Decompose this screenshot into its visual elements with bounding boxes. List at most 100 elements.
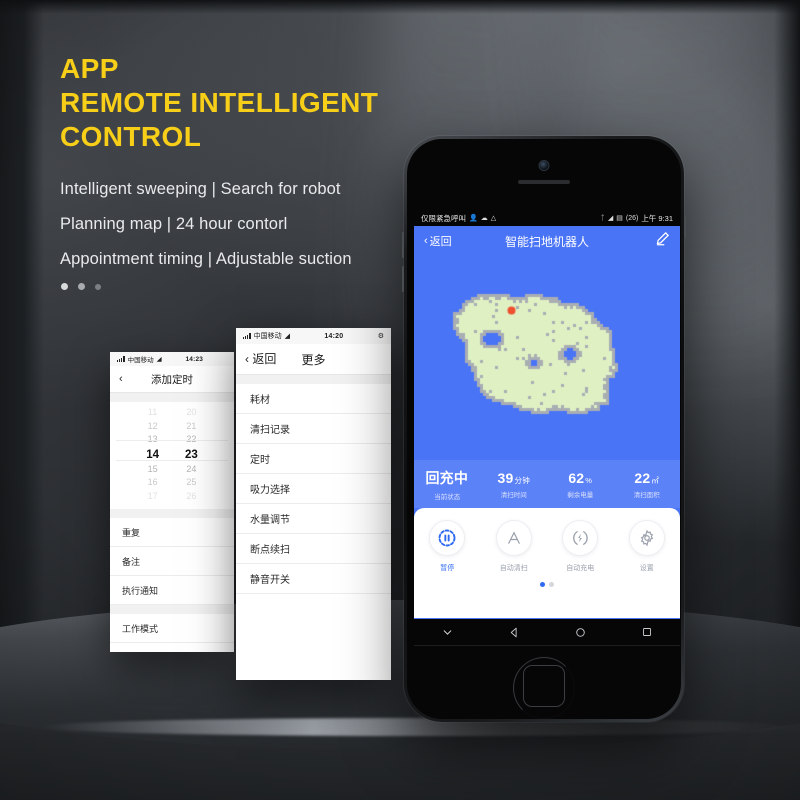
back-button[interactable]: ‹ 返回 <box>424 233 452 249</box>
list-item[interactable]: 耗材 <box>236 384 391 414</box>
headline-line-3: CONTROL <box>60 121 202 152</box>
time-picker[interactable]: 11 12 13 14 15 16 17 20 21 22 23 24 25 2… <box>110 402 234 509</box>
mid-status-bar: 中国移动 ◢ 14:20 ⚙ <box>236 328 391 344</box>
left-spacer-1 <box>110 393 234 402</box>
front-camera-icon <box>539 161 549 170</box>
carousel-dot-2[interactable] <box>78 283 85 290</box>
home-button[interactable] <box>523 665 565 707</box>
mid-spacer-1 <box>236 375 391 384</box>
hour-option[interactable]: 16 <box>148 476 158 490</box>
list-item[interactable]: 水量调节 <box>236 504 391 534</box>
list-item[interactable]: 定时 <box>236 444 391 474</box>
chevron-down-icon[interactable] <box>441 626 454 639</box>
carousel-dot-1[interactable] <box>61 283 68 290</box>
auto-a-icon <box>495 520 532 556</box>
control-label: 设置 <box>639 565 654 572</box>
robot-map-view[interactable] <box>414 256 680 460</box>
main-phone-device: 仅限紧急呼叫 👤 ☁ △ ᛏ ◢ ▤ (26) 上午 9:31 ‹ 返回 智能扫… <box>402 136 686 722</box>
status-right-group: ᛏ ◢ ▤ (26) 上午 9:31 <box>601 213 673 224</box>
left-spacer-2 <box>110 509 234 518</box>
list-item[interactable]: 吸力选择 <box>236 474 391 504</box>
left-nav-bar: ‹ 添加定时 <box>110 366 234 393</box>
list-item[interactable]: 清扫记录 <box>236 414 391 444</box>
hour-option[interactable]: 17 <box>148 490 158 504</box>
back-button[interactable]: ‹ 返回 <box>245 353 276 365</box>
list-item[interactable]: 工作模式 <box>110 614 234 643</box>
gear-icon: ⚙ <box>377 333 384 340</box>
list-item[interactable]: 重复 <box>110 518 234 547</box>
hour-option[interactable]: 12 <box>148 420 158 434</box>
main-carrier-label: 仅限紧急呼叫 <box>421 214 466 223</box>
stat-label: 剩余电量 <box>567 491 594 499</box>
minute-option[interactable]: 21 <box>186 420 196 434</box>
list-item[interactable]: 执行通知 <box>110 576 234 605</box>
volume-down-button[interactable] <box>402 266 404 292</box>
subheadline-3: Appointment timing | Adjustable suction <box>60 250 352 268</box>
wifi-icon: ◢ <box>607 215 614 222</box>
auto-clean-button[interactable]: 自动清扫 <box>487 520 541 573</box>
mid-clock: 14:20 <box>324 332 344 340</box>
control-panel: 暂停 自动清扫 自动充电 设置 <box>414 508 680 618</box>
minute-option[interactable]: 24 <box>186 463 196 477</box>
stat-value: 39分钟 <box>497 469 530 486</box>
back-triangle-icon[interactable] <box>508 626 521 639</box>
panel-page-dots[interactable] <box>414 582 680 587</box>
volume-up-button[interactable] <box>402 232 404 258</box>
android-navigation-bar <box>414 619 680 646</box>
map-canvas[interactable] <box>414 256 680 460</box>
stat-value: 回充中 <box>425 469 469 486</box>
chevron-left-icon: ‹ <box>245 352 249 366</box>
stat-battery: 62% 剩余电量 <box>547 470 614 499</box>
control-buttons-row: 暂停 自动清扫 自动充电 设置 <box>414 520 680 573</box>
minute-column[interactable]: 20 21 22 23 24 25 26 <box>185 406 198 503</box>
left-carrier-label: 中国移动 <box>127 357 154 364</box>
minute-option[interactable]: 26 <box>186 490 196 504</box>
mid-phone-screen: 中国移动 ◢ 14:20 ⚙ ‹ 返回 更多 耗材 清扫记录 定时 吸力选择 水… <box>236 328 391 680</box>
left-clock: 14:23 <box>185 355 204 363</box>
picker-columns: 11 12 13 14 15 16 17 20 21 22 23 24 25 2… <box>110 406 234 503</box>
hour-option[interactable]: 15 <box>148 463 158 477</box>
recents-square-icon[interactable] <box>641 626 653 638</box>
hour-option[interactable]: 11 <box>148 406 157 420</box>
list-item[interactable]: 静音开关 <box>236 564 391 594</box>
person-icon: 👤 <box>469 215 478 222</box>
chevron-left-icon[interactable]: ‹ <box>119 373 123 385</box>
page-title: 智能扫地机器人 <box>504 234 589 249</box>
carousel-dots[interactable] <box>61 283 101 290</box>
stat-value: 22㎡ <box>634 469 660 486</box>
page-dot-1[interactable] <box>540 582 545 587</box>
triangle-icon: △ <box>490 215 497 222</box>
mid-nav-bar: ‹ 返回 更多 <box>236 344 391 375</box>
hour-column[interactable]: 11 12 13 14 15 16 17 <box>146 406 159 503</box>
cloud-icon: ☁ <box>480 215 488 222</box>
control-label: 自动充电 <box>566 565 595 572</box>
status-left-group: 仅限紧急呼叫 👤 ☁ △ <box>421 213 496 224</box>
list-item[interactable]: 备注 <box>110 547 234 576</box>
poster-canvas: APP REMOTE INTELLIGENT CONTROL Intellige… <box>0 0 800 800</box>
charge-bolt-icon <box>562 520 599 556</box>
phone-bezel: 仅限紧急呼叫 👤 ☁ △ ᛏ ◢ ▤ (26) 上午 9:31 ‹ 返回 智能扫… <box>407 139 681 719</box>
pencil-edit-icon[interactable] <box>655 231 670 251</box>
headline-line-2: REMOTE INTELLIGENT <box>60 87 379 118</box>
auto-charge-button[interactable]: 自动充电 <box>553 520 607 573</box>
bluetooth-icon: ᛏ <box>600 215 605 222</box>
control-label: 自动清扫 <box>499 565 528 572</box>
subheadline-block: Intelligent sweeping | Search for robot … <box>60 172 352 277</box>
home-circle-icon[interactable] <box>574 626 587 639</box>
pause-button[interactable]: 暂停 <box>420 520 474 573</box>
carousel-dot-3[interactable] <box>95 283 101 290</box>
page-dot-2[interactable] <box>549 582 554 587</box>
main-back-label: 返回 <box>429 236 452 248</box>
stat-label: 清扫面积 <box>633 491 660 499</box>
settings-button[interactable]: 设置 <box>620 520 674 573</box>
minute-option[interactable]: 20 <box>186 406 196 420</box>
list-item[interactable]: 断点续扫 <box>236 534 391 564</box>
left-page-title: 添加定时 <box>151 373 193 386</box>
power-button[interactable] <box>684 216 686 238</box>
left-carrier-group: 中国移动 ◢ <box>117 354 162 364</box>
signal-bars-icon <box>117 356 125 362</box>
stat-label: 当前状态 <box>434 493 461 501</box>
stat-value: 62% <box>568 469 593 486</box>
minute-option[interactable]: 25 <box>186 476 196 490</box>
picker-line-bottom <box>116 460 228 461</box>
